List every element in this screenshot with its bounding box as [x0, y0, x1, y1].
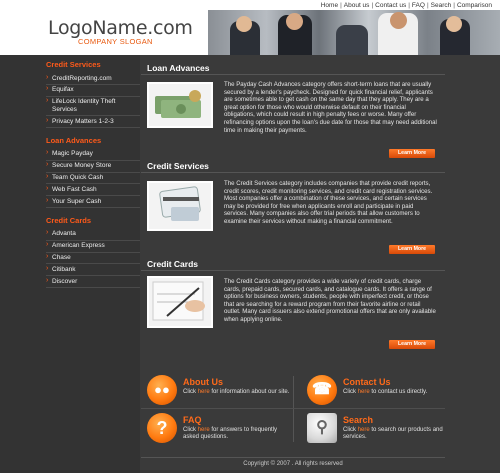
about-us-text: Click here for information about our sit…: [183, 389, 290, 395]
nav-contact[interactable]: Contact us: [375, 2, 406, 9]
contact-us-box[interactable]: ☎ Contact Us Click here to contact us di…: [301, 372, 453, 408]
sidebar-item[interactable]: Web Fast Cash: [46, 184, 140, 197]
sidebar-item[interactable]: Discover: [46, 276, 140, 288]
bottom-links: ●● About Us Click here for information a…: [141, 372, 445, 445]
faq-title[interactable]: FAQ: [183, 415, 202, 425]
contact-here-link[interactable]: here: [358, 389, 370, 395]
divider: [293, 376, 294, 442]
nav-comparison[interactable]: Comparison: [457, 2, 492, 9]
nav-about[interactable]: About us: [344, 2, 370, 9]
sidebar-title: Credit Services: [46, 60, 101, 69]
search-title[interactable]: Search: [343, 415, 373, 425]
learn-more-button[interactable]: Learn More: [389, 149, 435, 158]
faq-text: Click here for answers to frequently ask…: [183, 427, 278, 441]
credit-card-image: [147, 181, 213, 231]
search-text: Click here to search our products and se…: [343, 427, 443, 441]
nav-faq[interactable]: FAQ: [412, 2, 425, 9]
sidebar-item[interactable]: Team Quick Cash: [46, 173, 140, 185]
divider: [141, 408, 445, 409]
learn-more-button[interactable]: Learn More: [389, 340, 435, 349]
section-loan-advances: Loan Advances The Payday Cash Advances c…: [141, 61, 445, 161]
contact-us-text: Click here to contact us directly.: [343, 389, 428, 395]
section-title: Credit Cards: [141, 257, 445, 271]
sidebar-group-credit-cards: Credit Cards Advanta American Express Ch…: [46, 216, 140, 288]
magnifier-icon: ⚲: [307, 413, 337, 443]
section-credit-services: Credit Services The Credit Services cate…: [141, 159, 445, 259]
sidebar-item[interactable]: Your Super Cash: [46, 196, 140, 208]
sidebar-item[interactable]: Citibank: [46, 264, 140, 277]
sidebar-group-credit-services: Credit Services CreditReporting.com Equi…: [46, 60, 140, 128]
sidebar-group-loan-advances: Loan Advances Magic Payday Secure Money …: [46, 136, 140, 208]
contact-us-title[interactable]: Contact Us: [343, 377, 391, 387]
search-box[interactable]: ⚲ Search Click here to search our produc…: [301, 410, 453, 446]
sidebar: Credit Services CreditReporting.com Equi…: [0, 55, 140, 473]
section-description: The Credit Services category includes co…: [224, 180, 433, 225]
footer-divider: [141, 457, 445, 458]
about-us-title[interactable]: About Us: [183, 377, 223, 387]
top-nav: Home | About us | Contact us | FAQ | Search |…: [320, 1, 492, 9]
section-title: Credit Services: [141, 159, 445, 173]
sidebar-item[interactable]: American Express: [46, 241, 140, 253]
about-us-box[interactable]: ●● About Us Click here for information a…: [141, 372, 293, 408]
sidebar-item[interactable]: Privacy Matters 1-2-3: [46, 116, 140, 128]
footer-copyright: Copyright © 2007 . All rights reserved: [243, 461, 343, 467]
sidebar-item[interactable]: Secure Money Store: [46, 161, 140, 173]
section-credit-cards: Credit Cards The Credit Cards category p…: [141, 257, 445, 357]
company-slogan: COMPANY SLOGAN: [78, 37, 153, 46]
sidebar-item[interactable]: Equifax: [46, 85, 140, 97]
phone-icon: ☎: [307, 375, 337, 405]
sidebar-item[interactable]: Advanta: [46, 229, 140, 241]
logo[interactable]: LogoName.com: [48, 17, 193, 39]
group-icon: ●●: [147, 375, 177, 405]
learn-more-button[interactable]: Learn More: [389, 245, 435, 254]
section-description: The Payday Cash Advances category offers…: [224, 81, 437, 134]
sidebar-title: Credit Cards: [46, 215, 92, 225]
header-photo: [208, 10, 500, 55]
question-icon: ?: [147, 413, 177, 443]
sidebar-item[interactable]: Chase: [46, 253, 140, 265]
sidebar-item[interactable]: LifeLock Identity Theft Services: [46, 97, 140, 117]
faq-box[interactable]: ? FAQ Click here for answers to frequent…: [141, 410, 293, 446]
search-here-link[interactable]: here: [358, 427, 370, 433]
nav-home[interactable]: Home: [321, 2, 338, 9]
sidebar-item[interactable]: Magic Payday: [46, 149, 140, 161]
signing-image: [147, 276, 213, 328]
section-description: The Credit Cards category provides a wid…: [224, 278, 436, 323]
sidebar-item[interactable]: CreditReporting.com: [46, 73, 140, 85]
sidebar-title: Loan Advances: [46, 135, 102, 145]
faq-here-link[interactable]: here: [198, 427, 210, 433]
nav-search[interactable]: Search: [431, 2, 452, 9]
about-here-link[interactable]: here: [198, 389, 210, 395]
section-title: Loan Advances: [141, 61, 445, 75]
money-image: [147, 82, 213, 128]
